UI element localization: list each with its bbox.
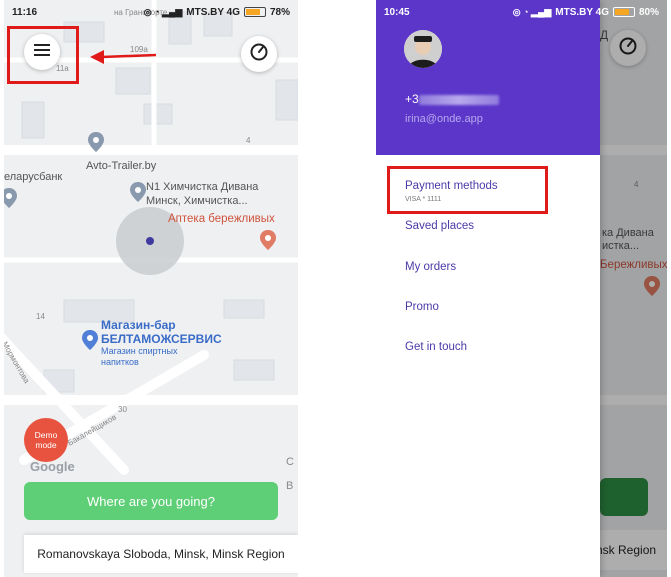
google-logo: Google — [30, 459, 75, 474]
house-number-label: 14 — [36, 312, 45, 321]
menu-item-promo[interactable]: Promo — [405, 301, 439, 313]
poi-label: С — [286, 456, 294, 468]
shop-pin-icon[interactable] — [82, 330, 98, 350]
status-bar: 11:16 ◎ ◔ ▂▄▆ MTS.BY 4G 78% — [4, 0, 298, 24]
poi-label: Аптека бережливых — [168, 213, 275, 225]
current-address-card[interactable]: Romanovskaya Sloboda, Minsk, Minsk Regio… — [24, 535, 298, 573]
status-time: 10:45 — [384, 6, 410, 18]
signal-icon: ◎ ◔ ▂▄▆ — [143, 6, 183, 17]
poi-label: напитков — [101, 357, 139, 367]
user-photo-icon — [404, 30, 442, 68]
current-address-text: Romanovskaya Sloboda, Minsk, Minsk Regio… — [37, 547, 285, 561]
menu-item-my-orders[interactable]: My orders — [405, 261, 456, 273]
poi-label: БЕЛТАМОЖСЕРВИС — [101, 332, 222, 346]
arrow-icon — [90, 50, 157, 64]
house-number-label: 4 — [246, 136, 251, 145]
user-email: irina@onde.app — [405, 113, 483, 125]
road-number-label: 30 — [118, 405, 127, 414]
poi-label: Минск, Химчистка... — [146, 195, 248, 207]
demo-mode-badge[interactable]: Demo mode — [24, 418, 68, 462]
carrier-label: MTS.BY 4G — [186, 6, 240, 18]
map-pin-icon[interactable] — [4, 188, 17, 208]
battery-icon — [612, 7, 635, 17]
battery-icon — [243, 7, 266, 17]
poi-label: еларусбанк — [4, 171, 63, 183]
left-phone-screen: 11:16 ◎ ◔ ▂▄▆ MTS.BY 4G 78% на Гранспорт… — [4, 0, 298, 577]
user-phone: +3 — [405, 92, 499, 106]
menu-highlight-box — [7, 26, 79, 84]
poi-label: Avto-Trailer.by — [86, 160, 157, 172]
locate-button[interactable] — [241, 36, 277, 72]
menu-item-saved-places[interactable]: Saved places — [405, 220, 474, 232]
poi-label: В — [286, 480, 294, 492]
navigation-drawer: +3 irina@onde.app Payment methods VISA *… — [376, 0, 600, 577]
carrier-label: MTS.BY 4G — [555, 6, 609, 18]
status-time: 11:16 — [12, 6, 38, 18]
redacted-phone-mask — [418, 94, 499, 105]
status-bar: 10:45 ◎ ◔ ▂▄▆ MTS.BY 4G 80% — [376, 0, 667, 24]
poi-label: Магазин-бар — [101, 318, 176, 332]
compass-icon — [250, 43, 268, 66]
battery-percent: 78% — [269, 6, 290, 18]
map-pin-icon[interactable] — [88, 132, 104, 152]
signal-icon: ◎ ◔ ▂▄▆ — [512, 6, 552, 17]
payment-highlight-box — [387, 166, 548, 214]
avatar[interactable] — [404, 30, 442, 68]
right-phone-screen: 10:45 ◎ ◔ ▂▄▆ MTS.BY 4G 80% Д 4 ка Диван… — [376, 0, 667, 577]
poi-label: Магазин спиртных — [101, 346, 178, 356]
pharmacy-pin-icon[interactable] — [260, 230, 276, 250]
where-are-you-going-button[interactable]: Where are you going? — [24, 482, 278, 520]
map-pin-icon[interactable] — [130, 182, 146, 202]
battery-percent: 80% — [638, 6, 659, 18]
menu-item-get-in-touch[interactable]: Get in touch — [405, 341, 467, 353]
poi-label: N1 Химчистка Дивана — [146, 181, 259, 193]
